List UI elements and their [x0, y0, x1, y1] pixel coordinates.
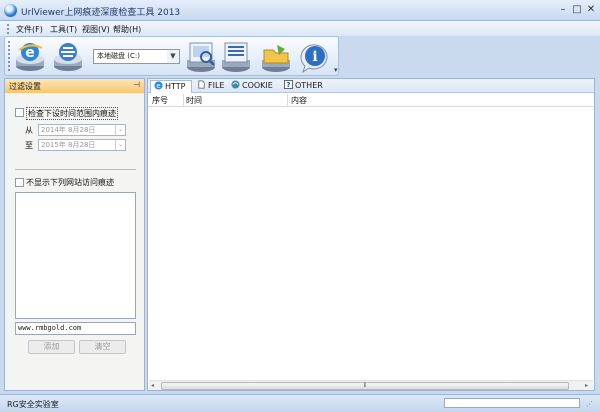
tab-bar: e HTTP FILE COOKIE ? OTHER	[148, 79, 594, 93]
folder-icon[interactable]	[259, 40, 293, 74]
status-text: RG安全实验室	[7, 400, 59, 409]
hide-sites-label: 不显示下列网站访问痕迹	[26, 178, 114, 187]
tab-http[interactable]: e HTTP	[150, 80, 192, 93]
chevron-down-icon[interactable]: ⌄	[115, 125, 125, 135]
check-time-range-label: 检查下设时间范围内痕迹	[26, 107, 118, 120]
site-input[interactable]: www.rmbgold.com	[15, 322, 136, 335]
scan-search-icon[interactable]	[184, 40, 218, 74]
tab-http-label: HTTP	[165, 82, 186, 91]
ie-icon: e	[154, 81, 163, 90]
from-label: 从	[25, 126, 33, 135]
menu-tools[interactable]: 工具(T)	[50, 24, 77, 35]
tab-file[interactable]: FILE	[194, 80, 224, 93]
app-icon	[4, 4, 17, 17]
other-browser-icon[interactable]	[51, 40, 85, 74]
maximize-icon[interactable]: □	[571, 4, 583, 16]
tab-other[interactable]: ? OTHER	[281, 80, 323, 93]
toolbar-grip	[8, 41, 11, 71]
tab-cookie-label: COOKIE	[242, 81, 273, 90]
divider	[15, 169, 136, 170]
ie-browser-icon[interactable]: e	[13, 40, 47, 74]
pin-icon[interactable]: ⊣	[133, 80, 140, 89]
to-label: 至	[25, 141, 33, 150]
from-date-value: 2014年 8月28日	[41, 126, 96, 134]
menu-grip	[7, 24, 10, 34]
chevron-down-icon[interactable]: ⌄	[115, 140, 125, 150]
column-header-time[interactable]: 时间	[186, 95, 202, 106]
cookie-icon	[231, 80, 240, 89]
column-header-content[interactable]: 内容	[291, 95, 307, 106]
scroll-right-icon[interactable]: ▸	[585, 382, 588, 389]
file-icon	[198, 80, 205, 89]
resize-grip-icon[interactable]: ⋰	[586, 400, 593, 408]
tab-cookie[interactable]: COOKIE	[228, 80, 273, 93]
list-view-icon[interactable]	[219, 40, 253, 74]
check-time-range-checkbox[interactable]	[15, 108, 24, 117]
title-bar: UrlViewer上网痕迹深度检查工具 2013 – □ ✕	[0, 0, 600, 21]
horizontal-scrollbar[interactable]: ◂ ⦀ ▸	[149, 380, 593, 390]
table-header: 序号 时间 内容	[148, 93, 594, 107]
drive-select-value: 本地磁盘 (C:)	[97, 52, 140, 60]
status-bar: RG安全实验室 ⋰	[0, 394, 600, 412]
menu-view[interactable]: 视图(V)	[82, 24, 110, 35]
svg-text:?: ?	[286, 80, 290, 89]
filter-panel-title: 过滤设置	[9, 82, 41, 91]
column-divider	[183, 94, 184, 106]
status-progress-bar	[444, 398, 580, 408]
minimize-icon[interactable]: –	[557, 4, 569, 16]
toolbar: e 本地磁盘 (C:) ▼ i ▾	[4, 36, 339, 76]
site-list[interactable]	[15, 192, 136, 319]
from-date-picker[interactable]: 2014年 8月28日 ⌄	[38, 124, 126, 136]
tab-file-label: FILE	[208, 81, 225, 90]
scroll-left-icon[interactable]: ◂	[151, 382, 154, 389]
svg-text:e: e	[156, 81, 161, 90]
filter-panel: 过滤设置 ⊣ 检查下设时间范围内痕迹 从 2014年 8月28日 ⌄ 至 201…	[4, 78, 145, 391]
menu-bar: 文件(F) 工具(T) 视图(V) 帮助(H)	[0, 21, 600, 36]
filter-panel-header: 过滤设置 ⊣	[5, 79, 144, 93]
chevron-down-icon[interactable]: ▼	[167, 50, 179, 63]
window-title: UrlViewer上网痕迹深度检查工具 2013	[21, 8, 181, 18]
clear-button[interactable]: 清空	[79, 340, 126, 354]
menu-file[interactable]: 文件(F)	[16, 24, 43, 35]
to-date-picker[interactable]: 2015年 8月28日 ⌄	[38, 139, 126, 151]
drive-select[interactable]: 本地磁盘 (C:) ▼	[93, 49, 180, 64]
info-icon[interactable]: i	[297, 40, 331, 74]
menu-help[interactable]: 帮助(H)	[113, 24, 141, 35]
toolbar-overflow-icon[interactable]: ▾	[334, 66, 338, 74]
hide-sites-checkbox[interactable]	[15, 178, 24, 187]
to-date-value: 2015年 8月28日	[41, 141, 96, 149]
svg-text:i: i	[312, 49, 317, 65]
tab-other-label: OTHER	[295, 81, 323, 90]
results-panel: e HTTP FILE COOKIE ? OTHER 序号 时间 内容 ◂ ⦀ ▸	[147, 78, 595, 391]
help-icon: ?	[284, 80, 293, 89]
svg-text:e: e	[25, 45, 35, 61]
column-header-index[interactable]: 序号	[152, 95, 168, 106]
column-divider	[287, 94, 288, 106]
add-button[interactable]: 添加	[28, 340, 75, 354]
close-icon[interactable]: ✕	[585, 4, 597, 16]
scrollbar-thumb[interactable]: ⦀	[161, 382, 569, 390]
